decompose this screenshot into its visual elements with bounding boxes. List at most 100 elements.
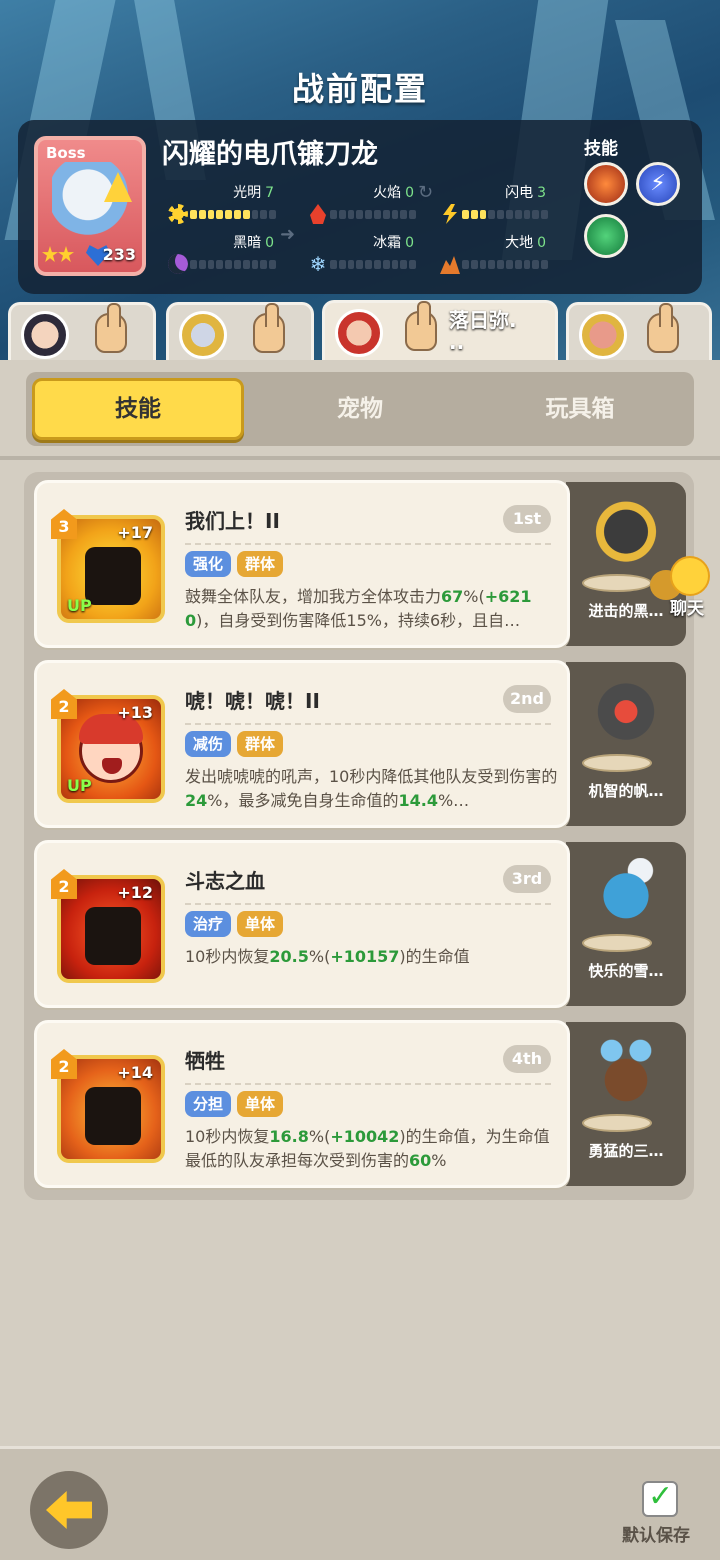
back-button[interactable] — [30, 1471, 108, 1549]
skill-rank: 1st — [503, 505, 551, 533]
avatar — [335, 309, 383, 357]
divider — [0, 456, 720, 460]
skill-title: 唬！唬！唬！II — [185, 689, 320, 713]
skill-bonus: +12 — [117, 883, 153, 902]
smiley-icon — [670, 556, 710, 596]
cycle-arrow-icon: ↻ — [418, 182, 434, 203]
skill-card-1[interactable]: 3 +17 UP 我们上！II 1st 强化 群体 鼓舞全体队友，增加我方全体攻… — [34, 480, 570, 648]
lightning-icon — [443, 204, 457, 224]
avatar — [21, 311, 69, 359]
mountain-icon — [440, 256, 460, 274]
avatar — [579, 311, 627, 359]
snowflake-icon: ❄ — [309, 252, 327, 276]
nature-skill-icon[interactable] — [584, 214, 628, 258]
pet-slot-4[interactable]: 勇猛的三… — [566, 1022, 686, 1186]
skill-tag-target: 群体 — [237, 731, 284, 757]
skill-description: 发出唬唬唬的吼声，10秒内降低其他队友受到伤害的24%，最多减免自身生命值的14… — [185, 767, 558, 810]
tap-hand-icon — [647, 303, 679, 353]
pet-avatar — [590, 678, 662, 762]
tap-hand-icon — [95, 303, 127, 353]
pet-name: 勇猛的三… — [588, 1142, 664, 1160]
upgrade-tag: UP — [67, 596, 92, 615]
fire-icon — [310, 204, 326, 224]
skill-tag-target: 群体 — [237, 551, 284, 577]
upgrade-tag: UP — [67, 776, 92, 795]
tab-skills[interactable]: 技能 — [32, 378, 244, 440]
pet-pedestal — [582, 934, 652, 952]
skill-level-badge: 2 — [51, 869, 77, 899]
claw-skill-icon[interactable] — [584, 162, 628, 206]
skill-level-badge: 2 — [51, 689, 77, 719]
chat-button[interactable]: 聊天 — [650, 554, 720, 619]
skill-card-2[interactable]: 2 +13 UP 唬！唬！唬！II 2nd 减伤 群体 发出唬唬唬的吼声，10秒… — [34, 660, 570, 828]
pet-name: 机智的帆… — [588, 782, 664, 800]
chat-label: 聊天 — [670, 599, 704, 619]
skill-title: 我们上！II — [185, 509, 280, 533]
skill-tag-type: 治疗 — [185, 911, 232, 937]
skill-rank: 4th — [503, 1045, 551, 1073]
team-slot-3-active[interactable]: 落日弥. .. — [322, 300, 558, 360]
element-earth: 大地 0 — [440, 232, 570, 276]
boss-info-panel: Boss 233 闪耀的电爪镰刀龙 光明 7 火焰 0 闪电 3 黑暗 0 冰霜… — [18, 120, 702, 294]
team-slot-4[interactable] — [566, 302, 712, 362]
active-member-name: 落日弥. .. — [449, 308, 517, 354]
divider — [185, 1083, 551, 1085]
skill-rank: 2nd — [503, 685, 551, 713]
back-arrow-icon — [46, 1491, 92, 1529]
tap-hand-icon — [253, 303, 285, 353]
pet-pedestal — [582, 574, 652, 592]
pet-slot-3[interactable]: 快乐的雪… — [566, 842, 686, 1006]
skill-title: 斗志之血 — [185, 869, 265, 893]
boss-portrait[interactable]: Boss 233 — [34, 136, 146, 276]
divider — [185, 723, 551, 725]
element-dark: 黑暗 0 — [168, 232, 298, 276]
skill-bonus: +13 — [117, 703, 153, 722]
bottom-bar: 默认保存 — [0, 1446, 720, 1560]
skill-title: 牺牲 — [185, 1049, 225, 1073]
divider — [185, 903, 551, 905]
skill-tag-type: 减伤 — [185, 731, 232, 757]
default-save-label: 默认保存 — [622, 1526, 690, 1546]
lightning-skill-icon[interactable] — [636, 162, 680, 206]
pet-pedestal — [582, 754, 652, 772]
skill-description: 10秒内恢复20.5%(+10157)的生命值 — [185, 947, 470, 966]
tab-pets[interactable]: 宠物 — [254, 378, 466, 440]
pet-name: 快乐的雪… — [588, 962, 664, 980]
skill-level-badge: 3 — [51, 509, 77, 539]
cycle-arrow-icon: ➜ — [280, 224, 296, 245]
skill-tag-target: 单体 — [237, 1091, 284, 1117]
divider — [185, 543, 551, 545]
skill-card-4[interactable]: 2 +14 牺牲 4th 分担 单体 10秒内恢复16.8%(+10042)的生… — [34, 1020, 570, 1188]
skill-bonus: +14 — [117, 1063, 153, 1082]
boss-skills-label: 技能 — [584, 139, 618, 159]
element-light: 光明 7 — [168, 182, 298, 226]
tab-toybox[interactable]: 玩具箱 — [474, 378, 686, 440]
skill-description: 10秒内恢复16.8%(+10042)的生命值，为生命值最低的队友承担每次受到伤… — [185, 1127, 550, 1170]
element-frost: 冰霜 0 ❄ — [309, 235, 416, 276]
pet-slot-2[interactable]: 机智的帆… — [566, 662, 686, 826]
team-slot-1[interactable] — [8, 302, 156, 362]
tab-bar: 技能 宠物 玩具箱 — [26, 372, 694, 446]
star-icon — [42, 246, 86, 266]
pet-avatar — [590, 858, 662, 942]
skill-tag-type: 强化 — [185, 551, 232, 577]
boss-level: 233 — [102, 245, 136, 264]
skill-bonus: +17 — [117, 523, 153, 542]
dragon-icon — [52, 162, 132, 244]
pet-pedestal — [582, 1114, 652, 1132]
sun-icon — [168, 204, 188, 224]
skill-card-3[interactable]: 2 +12 斗志之血 3rd 治疗 单体 10秒内恢复20.5%(+10157)… — [34, 840, 570, 1008]
skill-tag-target: 单体 — [237, 911, 284, 937]
default-save-checkbox[interactable] — [642, 1479, 678, 1517]
element-lightning: 闪电 3 — [440, 182, 570, 226]
skill-tag-type: 分担 — [185, 1091, 232, 1117]
skill-description: 鼓舞全体队友，增加我方全体攻击力67%(+6210)，自身受到伤害降低15%，持… — [185, 587, 532, 630]
boss-name: 闪耀的电爪镰刀龙 — [162, 139, 378, 170]
avatar — [179, 311, 227, 359]
skill-level-badge: 2 — [51, 1049, 77, 1079]
boss-tag: Boss — [46, 144, 86, 162]
battle-scene-background: 战前配置 Boss 233 闪耀的电爪镰刀龙 光明 7 火焰 0 闪电 3 黑暗 0 — [0, 0, 720, 372]
team-slot-2[interactable] — [166, 302, 314, 362]
tap-hand-icon — [405, 301, 437, 351]
skill-rank: 3rd — [503, 865, 551, 893]
